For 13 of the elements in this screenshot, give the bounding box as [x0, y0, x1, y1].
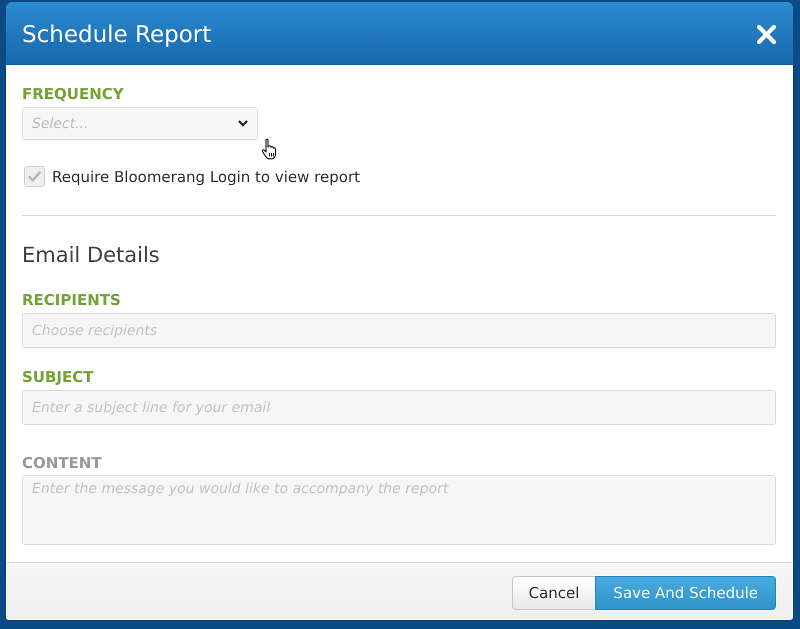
cancel-button[interactable]: Cancel: [512, 576, 596, 610]
field-label: CONTENT: [22, 454, 102, 472]
dialog-title: Schedule Report: [22, 22, 212, 48]
save-button[interactable]: Save And Schedule: [595, 576, 776, 610]
frequency-dropdown[interactable]: Select...: [22, 107, 258, 140]
checkbox-label: Require Bloomerang Login to view report: [52, 168, 360, 186]
field-label: RECIPIENTS: [22, 291, 121, 309]
field-label: FREQUENCY: [22, 85, 124, 103]
section-title: Email Details: [22, 242, 160, 269]
field-label: SUBJECT: [22, 368, 94, 386]
checkmark-icon: [28, 171, 41, 182]
chevron-down-icon: [238, 120, 248, 127]
close-icon[interactable]: [756, 24, 777, 45]
